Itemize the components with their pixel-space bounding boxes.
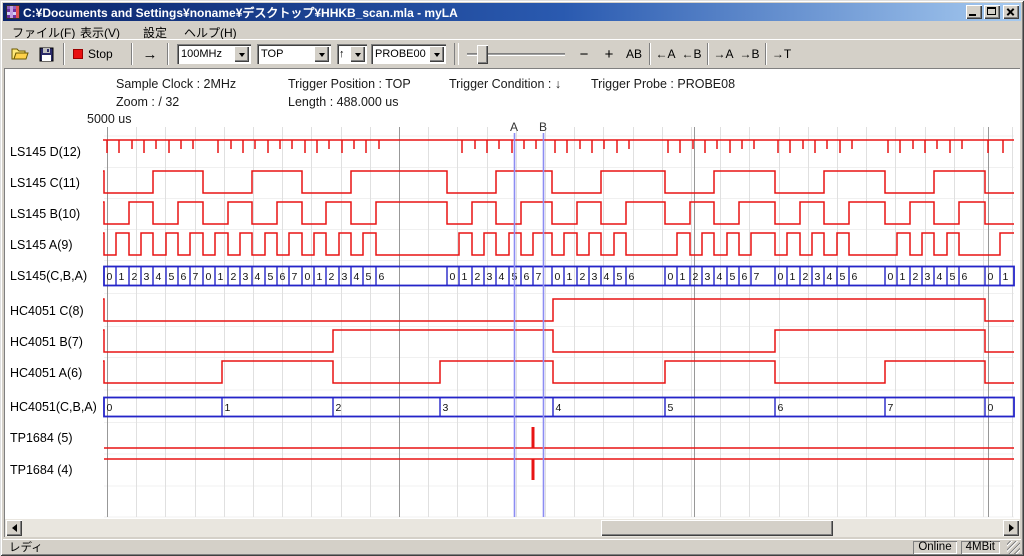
- trigger-edge-value: ↑: [337, 44, 350, 64]
- trigger-position-combo[interactable]: TOP: [257, 44, 331, 64]
- zoom-in-button[interactable]: +: [598, 43, 620, 65]
- dropdown-button[interactable]: [314, 46, 329, 62]
- channel-label[interactable]: TP1684 (4): [10, 463, 73, 479]
- status-message: レディ: [3, 539, 913, 555]
- save-floppy-icon: [39, 47, 54, 62]
- toolbar-separator: [707, 43, 709, 65]
- menu-file[interactable]: ファイル(F): [8, 23, 79, 38]
- menu-bar: ファイル(F) 表示(V) 設定 ヘルプ(H): [3, 22, 1021, 39]
- channel-label[interactable]: HC4051 A(6): [10, 366, 82, 382]
- channel-label[interactable]: LS145 B(10): [10, 207, 80, 223]
- dropdown-button[interactable]: [429, 46, 444, 62]
- minimize-button[interactable]: [966, 5, 982, 19]
- stop-icon: [73, 49, 83, 59]
- cursor-a-right-label: →A: [713, 47, 733, 61]
- chevron-down-icon: [239, 53, 245, 60]
- horizontal-scrollbar[interactable]: [5, 519, 1020, 537]
- channel-label[interactable]: LS145(C,B,A): [10, 269, 87, 285]
- time-scale-label: 5000 us: [87, 112, 131, 126]
- run-arrow-icon: →: [143, 46, 158, 63]
- cursor-b-left-label: ←B: [681, 47, 701, 61]
- scrollbar-thumb[interactable]: [601, 520, 833, 536]
- goto-trigger-button[interactable]: →T: [769, 43, 794, 65]
- info-trigger-probe: Trigger Probe : PROBE08: [591, 77, 735, 91]
- window-title: C:¥Documents and Settings¥noname¥デスクトップ¥…: [23, 3, 966, 21]
- zoom-out-label: −: [580, 46, 589, 63]
- goto-trigger-label: →T: [772, 47, 791, 61]
- sample-clock-value: 100MHz: [177, 44, 234, 64]
- save-file-button[interactable]: [34, 43, 58, 65]
- stop-label: Stop: [88, 47, 113, 61]
- waveform-client-area[interactable]: Sample Clock : 2MHz Trigger Position : T…: [4, 68, 1020, 537]
- maximize-icon: [987, 7, 996, 15]
- trigger-probe-value: PROBE00: [371, 44, 429, 64]
- scroll-right-icon: [1009, 524, 1018, 532]
- dropdown-button[interactable]: [350, 46, 365, 62]
- channel-label[interactable]: HC4051 C(8): [10, 304, 84, 320]
- cursor-b-right-label: →B: [739, 47, 759, 61]
- channel-label[interactable]: LS145 D(12): [10, 145, 81, 161]
- cursor-a-right-button[interactable]: →A: [711, 43, 736, 65]
- cursor-a-left-label: ←A: [655, 47, 675, 61]
- menu-help[interactable]: ヘルプ(H): [180, 23, 241, 38]
- open-folder-icon: [11, 47, 29, 61]
- scroll-left-button[interactable]: [6, 520, 22, 536]
- info-trigger-position: Trigger Position : TOP: [288, 77, 411, 91]
- stop-button[interactable]: Stop: [73, 43, 125, 65]
- info-trigger-condition: Trigger Condition : ↓: [449, 77, 561, 91]
- toolbar-separator: [131, 43, 133, 65]
- toolbar-separator: [167, 43, 169, 65]
- window-controls: [966, 5, 1019, 19]
- dropdown-button[interactable]: [234, 46, 249, 62]
- scroll-left-icon: [8, 524, 17, 532]
- zoom-out-button[interactable]: −: [573, 43, 595, 65]
- scroll-right-button[interactable]: [1003, 520, 1019, 536]
- channel-label[interactable]: LS145 A(9): [10, 238, 73, 254]
- toolbar-separator: [63, 43, 65, 65]
- trigger-position-value: TOP: [257, 44, 314, 64]
- chevron-down-icon: [319, 53, 325, 60]
- channel-label[interactable]: LS145 C(11): [10, 176, 80, 192]
- cursor-b-right-button[interactable]: →B: [737, 43, 762, 65]
- close-button[interactable]: [1003, 5, 1019, 19]
- run-button[interactable]: →: [137, 43, 163, 65]
- info-sample-clock: Sample Clock : 2MHz: [116, 77, 236, 91]
- resize-grip[interactable]: [1007, 541, 1020, 554]
- title-bar: C:¥Documents and Settings¥noname¥デスクトップ¥…: [3, 3, 1021, 21]
- menu-view[interactable]: 表示(V): [76, 23, 124, 38]
- ab-label: AB: [626, 47, 642, 61]
- info-length: Length : 488.000 us: [288, 95, 399, 109]
- zoom-slider-handle[interactable]: [477, 45, 488, 64]
- maximize-button[interactable]: [984, 5, 1000, 19]
- app-window: C:¥Documents and Settings¥noname¥デスクトップ¥…: [0, 0, 1024, 556]
- channel-label[interactable]: HC4051(C,B,A): [10, 400, 97, 416]
- channel-label[interactable]: TP1684 (5): [10, 431, 73, 447]
- chevron-down-icon: [434, 53, 440, 60]
- sample-clock-combo[interactable]: 100MHz: [177, 44, 251, 64]
- toolbar-separator: [649, 43, 651, 65]
- memory-status-badge: 4MBit: [961, 541, 1000, 554]
- trigger-edge-combo[interactable]: ↑: [337, 44, 367, 64]
- zoom-in-label: +: [605, 46, 614, 63]
- open-file-button[interactable]: [8, 43, 32, 65]
- online-status-badge: Online: [913, 541, 956, 554]
- app-icon: [6, 5, 20, 19]
- toolbar-separator: [454, 43, 459, 65]
- channel-label[interactable]: HC4051 B(7): [10, 335, 83, 351]
- trigger-probe-combo[interactable]: PROBE00: [371, 44, 446, 64]
- menu-settings[interactable]: 設定: [139, 23, 171, 38]
- chevron-down-icon: [355, 53, 361, 60]
- info-zoom: Zoom : / 32: [116, 95, 179, 109]
- status-bar: レディ Online 4MBit: [3, 539, 1021, 554]
- ab-button[interactable]: AB: [621, 43, 647, 65]
- toolbar: Stop → 100MHz TOP ↑ PROBE00 − + AB ←A: [3, 39, 1021, 68]
- toolbar-separator: [765, 43, 767, 65]
- minimize-icon: [969, 14, 976, 16]
- cursor-b-left-button[interactable]: ←B: [679, 43, 704, 65]
- cursor-a-left-button[interactable]: ←A: [653, 43, 678, 65]
